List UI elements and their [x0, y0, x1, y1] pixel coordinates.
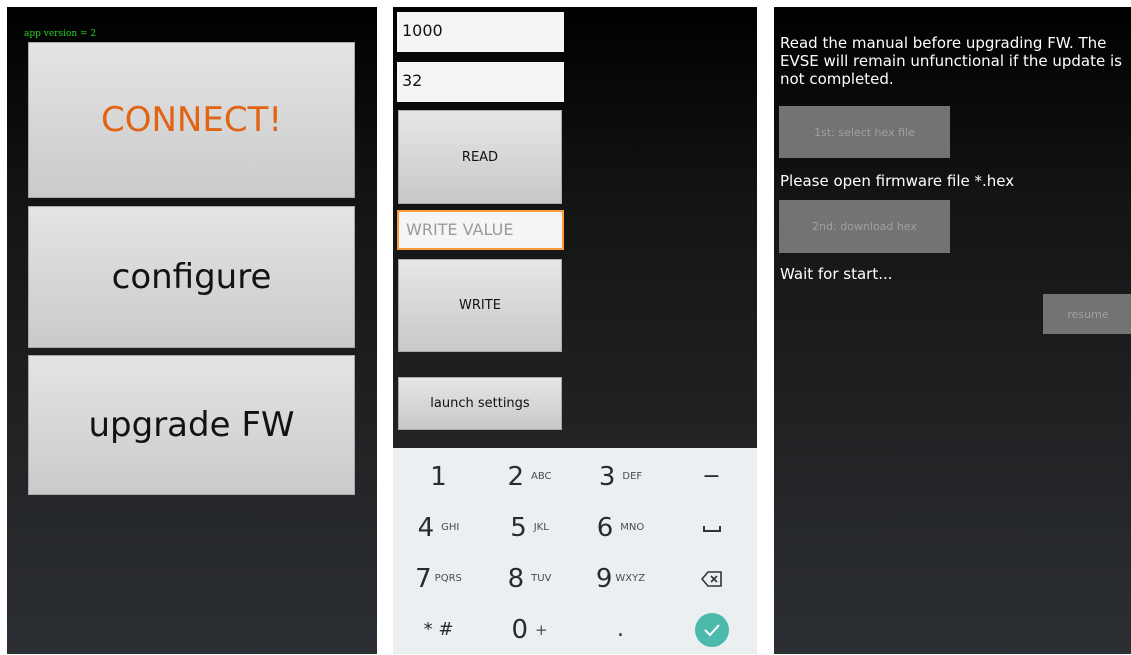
key-digit: * #	[423, 619, 454, 640]
key-9[interactable]: 9 WXYZ	[575, 553, 666, 604]
launch-settings-button[interactable]: launch settings	[398, 377, 562, 430]
resume-button[interactable]: resume	[1043, 294, 1131, 334]
app-version-label: app version = 2	[24, 29, 97, 39]
key-letters: TUV	[531, 573, 552, 584]
key-backspace[interactable]	[666, 553, 757, 604]
key-letters: +	[534, 620, 548, 639]
key-0[interactable]: 0 +	[484, 604, 575, 654]
key-1[interactable]: 1	[393, 451, 484, 502]
key-done[interactable]	[666, 604, 757, 654]
write-button[interactable]: WRITE	[398, 259, 562, 352]
key-8[interactable]: 8 TUV	[484, 553, 575, 604]
key-digit: 1	[430, 461, 447, 492]
key-digit: 7	[415, 563, 432, 594]
key-7[interactable]: 7 PQRS	[393, 553, 484, 604]
write-value-input[interactable]: WRITE VALUE	[397, 210, 564, 250]
key-letters: GHI	[441, 522, 460, 533]
numeric-keypad: 1 2 ABC 3 DEF − 4 GHI 5 JKL 6 MNO 7 PQRS…	[393, 448, 757, 654]
key-letters: PQRS	[434, 573, 462, 584]
upgrade-fw-button[interactable]: upgrade FW	[28, 355, 355, 495]
wait-status-message: Wait for start...	[780, 265, 893, 283]
key-digit: 0	[511, 614, 528, 645]
key-digit: 3	[598, 461, 616, 492]
download-hex-button[interactable]: 2nd: download hex	[779, 200, 950, 253]
minus-sign: −	[702, 464, 721, 489]
open-firmware-message: Please open firmware file *.hex	[780, 172, 1015, 190]
configure-screen: 1000 32 READ WRITE VALUE WRITE launch se…	[393, 7, 757, 654]
key-4[interactable]: 4 GHI	[393, 502, 484, 553]
register-count-field[interactable]: 32	[397, 62, 564, 102]
key-star-hash[interactable]: * #	[393, 604, 484, 654]
key-digit: 8	[507, 563, 525, 594]
upgrade-screen: Read the manual before upgrading FW. The…	[774, 7, 1131, 654]
register-address-field[interactable]: 1000	[397, 12, 564, 52]
key-letters: ABC	[531, 471, 552, 482]
key-digit: 5	[510, 512, 527, 543]
configure-button[interactable]: configure	[28, 206, 355, 348]
key-space[interactable]	[666, 502, 757, 553]
key-letters: JKL	[533, 522, 549, 533]
key-digit: 4	[417, 512, 435, 543]
key-letters: WXYZ	[615, 573, 646, 584]
key-digit: 6	[596, 512, 614, 543]
key-5[interactable]: 5 JKL	[484, 502, 575, 553]
read-button[interactable]: READ	[398, 110, 562, 204]
key-letters: DEF	[622, 471, 643, 482]
backspace-icon	[700, 570, 722, 587]
key-2[interactable]: 2 ABC	[484, 451, 575, 502]
key-digit: 2	[507, 461, 525, 492]
key-3[interactable]: 3 DEF	[575, 451, 666, 502]
key-digit: 9	[595, 563, 613, 594]
key-digit: .	[617, 617, 624, 642]
key-6[interactable]: 6 MNO	[575, 502, 666, 553]
key-minus[interactable]: −	[666, 451, 757, 502]
check-icon	[703, 623, 720, 636]
main-menu-screen: app version = 2 CONNECT! configure upgra…	[7, 7, 377, 654]
connect-button[interactable]: CONNECT!	[28, 42, 355, 198]
select-hex-file-button[interactable]: 1st: select hex file	[779, 106, 950, 158]
done-button[interactable]	[694, 612, 729, 647]
key-letters: MNO	[620, 522, 645, 533]
space-bar-icon	[702, 525, 721, 532]
key-period[interactable]: .	[575, 604, 666, 654]
upgrade-warning-text: Read the manual before upgrading FW. The…	[780, 34, 1122, 88]
